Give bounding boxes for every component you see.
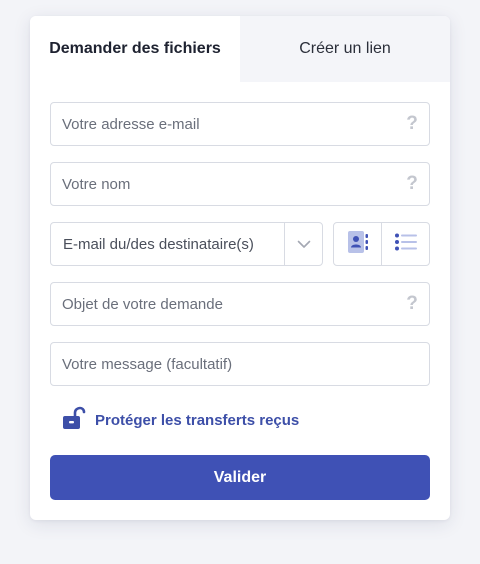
message-placeholder: Votre message (facultatif) (62, 355, 233, 373)
recipients-placeholder: E-mail du/des destinataire(s) (63, 235, 254, 253)
sender-name-field[interactable]: Votre nom ? (50, 162, 430, 206)
question-mark-icon[interactable]: ? (395, 173, 429, 195)
request-files-card: Demander des fichiers Créer un lien Votr… (30, 16, 450, 520)
question-mark-icon[interactable]: ? (395, 113, 429, 135)
sender-email-placeholder: Votre adresse e-mail (62, 115, 200, 133)
recipient-mode-toggle (333, 222, 430, 266)
tab-create-link[interactable]: Créer un lien (240, 16, 450, 82)
question-mark-icon[interactable]: ? (395, 293, 429, 315)
sender-email-field[interactable]: Votre adresse e-mail ? (50, 102, 430, 146)
list-icon (394, 233, 417, 256)
unlocked-padlock-icon (62, 406, 86, 435)
message-field[interactable]: Votre message (facultatif) (50, 342, 430, 386)
contact-book-button[interactable] (334, 223, 381, 265)
protect-transfers-link[interactable]: Protéger les transferts reçus (62, 406, 299, 435)
protect-transfers-label: Protéger les transferts reçus (95, 412, 300, 429)
tab-bar: Demander des fichiers Créer un lien (30, 16, 450, 82)
contact-book-icon (347, 230, 368, 258)
subject-field[interactable]: Objet de votre demande ? (50, 282, 430, 326)
recipients-select[interactable]: E-mail du/des destinataire(s) (50, 222, 323, 266)
subject-placeholder: Objet de votre demande (62, 295, 223, 313)
submit-button[interactable]: Valider (50, 455, 430, 500)
sender-name-placeholder: Votre nom (62, 175, 131, 193)
tab-request-files[interactable]: Demander des fichiers (30, 16, 240, 82)
list-view-button[interactable] (381, 223, 429, 265)
chevron-down-icon[interactable] (284, 223, 322, 265)
